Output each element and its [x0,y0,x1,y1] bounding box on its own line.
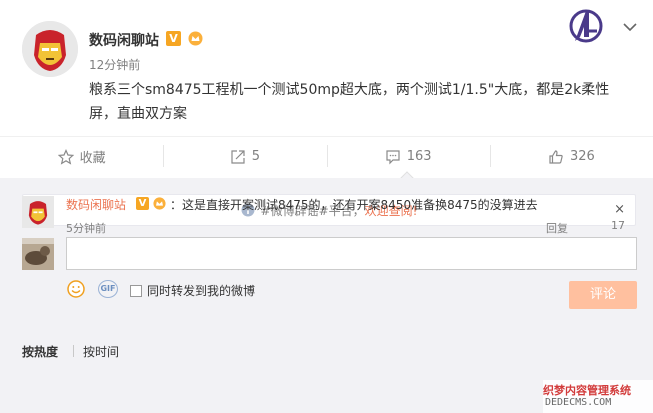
verified-badge-icon: V [166,31,181,46]
post-author[interactable]: 数码闲聊站 [89,30,159,50]
thumbs-up-icon [549,149,563,164]
comment-text: ：这是直接开案测试8475的，还有开案8450准备换8475的没算进去 [170,198,538,212]
star-icon [57,148,74,165]
comment-like-count[interactable]: 17 [611,219,625,232]
favorite-label: 收藏 [79,151,106,166]
avengers-logo-icon [569,9,603,43]
comment-panel: #微博辟谣#平台， 欢迎查阅! × GIF 同时转发到我的微博 评论 按热度 按… [0,178,653,413]
vip-crown-icon [188,31,203,46]
post-time[interactable]: 12分钟前 [89,56,140,73]
post-actions: 收藏 5 163 326 [0,136,653,176]
comment-time: 5分钟前 [66,222,106,235]
comment-count: 163 [406,149,432,164]
author-avatar[interactable] [22,21,78,77]
repost-count: 5 [251,149,261,164]
comment-icon [386,149,400,164]
watermark: 织梦内容管理系统 DEDECMS.COM [543,380,653,413]
comment-reply-link[interactable]: 回复 [546,220,568,236]
repost-icon [231,149,245,164]
close-icon[interactable]: × [614,202,625,217]
like-count: 326 [569,149,595,164]
watermark-line1: 织梦内容管理系统 [543,384,631,397]
repost-button[interactable]: 5 [163,137,326,176]
comment-author[interactable]: 数码闲聊站 [66,196,126,213]
vip-crown-icon [153,197,166,210]
verified-badge-icon: V [136,197,149,210]
current-user-avatar[interactable] [22,238,54,270]
like-button[interactable]: 326 [489,137,653,176]
sort-by-time-tab[interactable]: 按时间 [83,343,119,360]
chevron-down-icon[interactable] [622,22,638,32]
post-content: 粮系三个sm8475工程机一个测试50mp超大底，两个测试1/1.5"大底，都是… [89,82,610,122]
comment-textarea[interactable] [66,237,637,270]
sort-bar: 按热度 按时间 [0,343,653,365]
gif-button[interactable]: GIF [98,280,118,298]
sort-by-hot-tab[interactable]: 按热度 [22,343,58,360]
favorite-button[interactable]: 收藏 [0,137,163,176]
repost-checkbox-row[interactable]: 同时转发到我的微博 [130,282,255,299]
submit-comment-button[interactable]: 评论 [569,281,637,309]
repost-checkbox[interactable] [130,284,142,297]
repost-checkbox-label: 同时转发到我的微博 [147,284,256,298]
comment-author-avatar[interactable] [22,196,54,228]
watermark-line2: DEDECMS.COM [545,397,612,408]
post-card: 数码闲聊站 V 12分钟前 粮系三个sm8475工程机一个测试50mp超大底，两… [0,0,653,178]
smiley-icon[interactable] [67,280,85,298]
sort-divider [73,345,74,357]
